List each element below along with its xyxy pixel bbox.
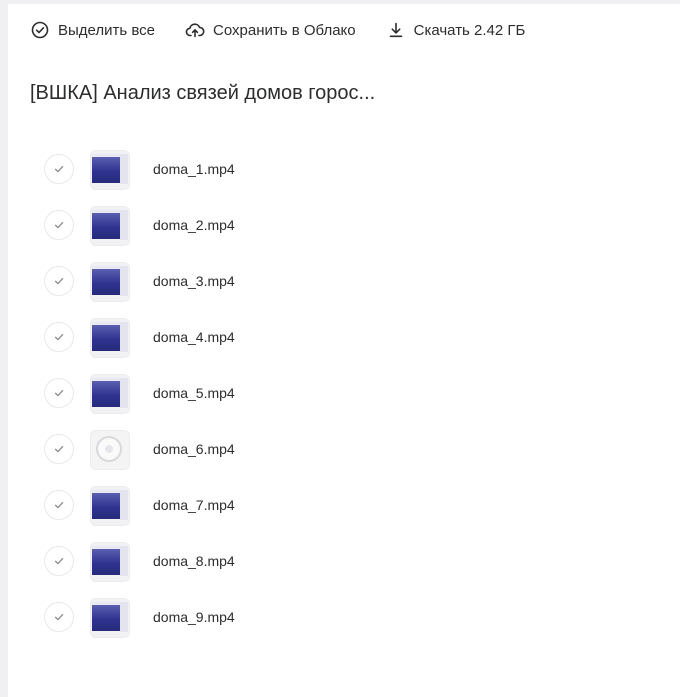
toolbar: Выделить все Сохранить в Облако Скачать … [8,4,680,56]
download-icon [389,22,402,38]
file-name: doma_9.mp4 [153,609,235,625]
file-name: doma_7.mp4 [153,497,235,513]
video-thumbnail [90,542,130,582]
select-checkbox[interactable] [44,546,74,576]
select-checkbox[interactable] [44,490,74,520]
file-row[interactable]: doma_7.mp4 [8,478,680,534]
check-icon [54,277,64,285]
select-checkbox[interactable] [44,322,74,352]
check-icon [54,333,64,341]
file-list: doma_1.mp4 doma_2.mp4 doma_3.mp4 doma_4.mp4… [8,142,680,646]
save-to-cloud-label: Сохранить в Облако [213,21,356,39]
check-icon [54,613,64,621]
check-circle-icon [31,21,49,39]
check-icon [54,389,64,397]
select-checkbox[interactable] [44,266,74,296]
video-thumbnail [90,486,130,526]
video-thumbnail [90,318,130,358]
check-icon [54,557,64,565]
video-thumbnail [90,262,130,302]
file-row[interactable]: doma_2.mp4 [8,198,680,254]
file-row[interactable]: doma_4.mp4 [8,310,680,366]
file-name: doma_6.mp4 [153,441,235,457]
file-row[interactable]: doma_3.mp4 [8,254,680,310]
file-name: doma_2.mp4 [153,217,235,233]
cloud-upload-icon [185,23,205,38]
file-row[interactable]: doma_5.mp4 [8,366,680,422]
file-row[interactable]: doma_9.mp4 [8,590,680,646]
select-checkbox[interactable] [44,378,74,408]
select-all-button[interactable]: Выделить все [30,14,155,46]
select-checkbox[interactable] [44,210,74,240]
check-icon [54,221,64,229]
select-checkbox[interactable] [44,602,74,632]
file-name: doma_8.mp4 [153,553,235,569]
file-name: doma_3.mp4 [153,273,235,289]
folder-title: [ВШКА] Анализ связей домов горос... [30,82,376,104]
file-name: doma_5.mp4 [153,385,235,401]
select-checkbox[interactable] [44,434,74,464]
download-label: Скачать 2.42 ГБ [413,21,526,39]
file-row[interactable]: doma_1.mp4 [8,142,680,198]
file-name: doma_4.mp4 [153,329,235,345]
save-to-cloud-button[interactable]: Сохранить в Облако [185,14,356,46]
select-all-label: Выделить все [58,21,156,39]
video-thumbnail [90,430,130,470]
check-icon [54,165,64,173]
video-thumbnail [90,150,130,190]
select-checkbox[interactable] [44,154,74,184]
video-thumbnail [90,598,130,638]
file-name: doma_1.mp4 [153,161,235,177]
check-icon [54,501,64,509]
check-icon [54,445,64,453]
download-button[interactable]: Скачать 2.42 ГБ [386,14,526,46]
file-row[interactable]: doma_8.mp4 [8,534,680,590]
file-panel: Выделить все Сохранить в Облако Скачать … [8,4,680,697]
video-thumbnail [90,206,130,246]
file-row[interactable]: doma_6.mp4 [8,422,680,478]
video-thumbnail [90,374,130,414]
